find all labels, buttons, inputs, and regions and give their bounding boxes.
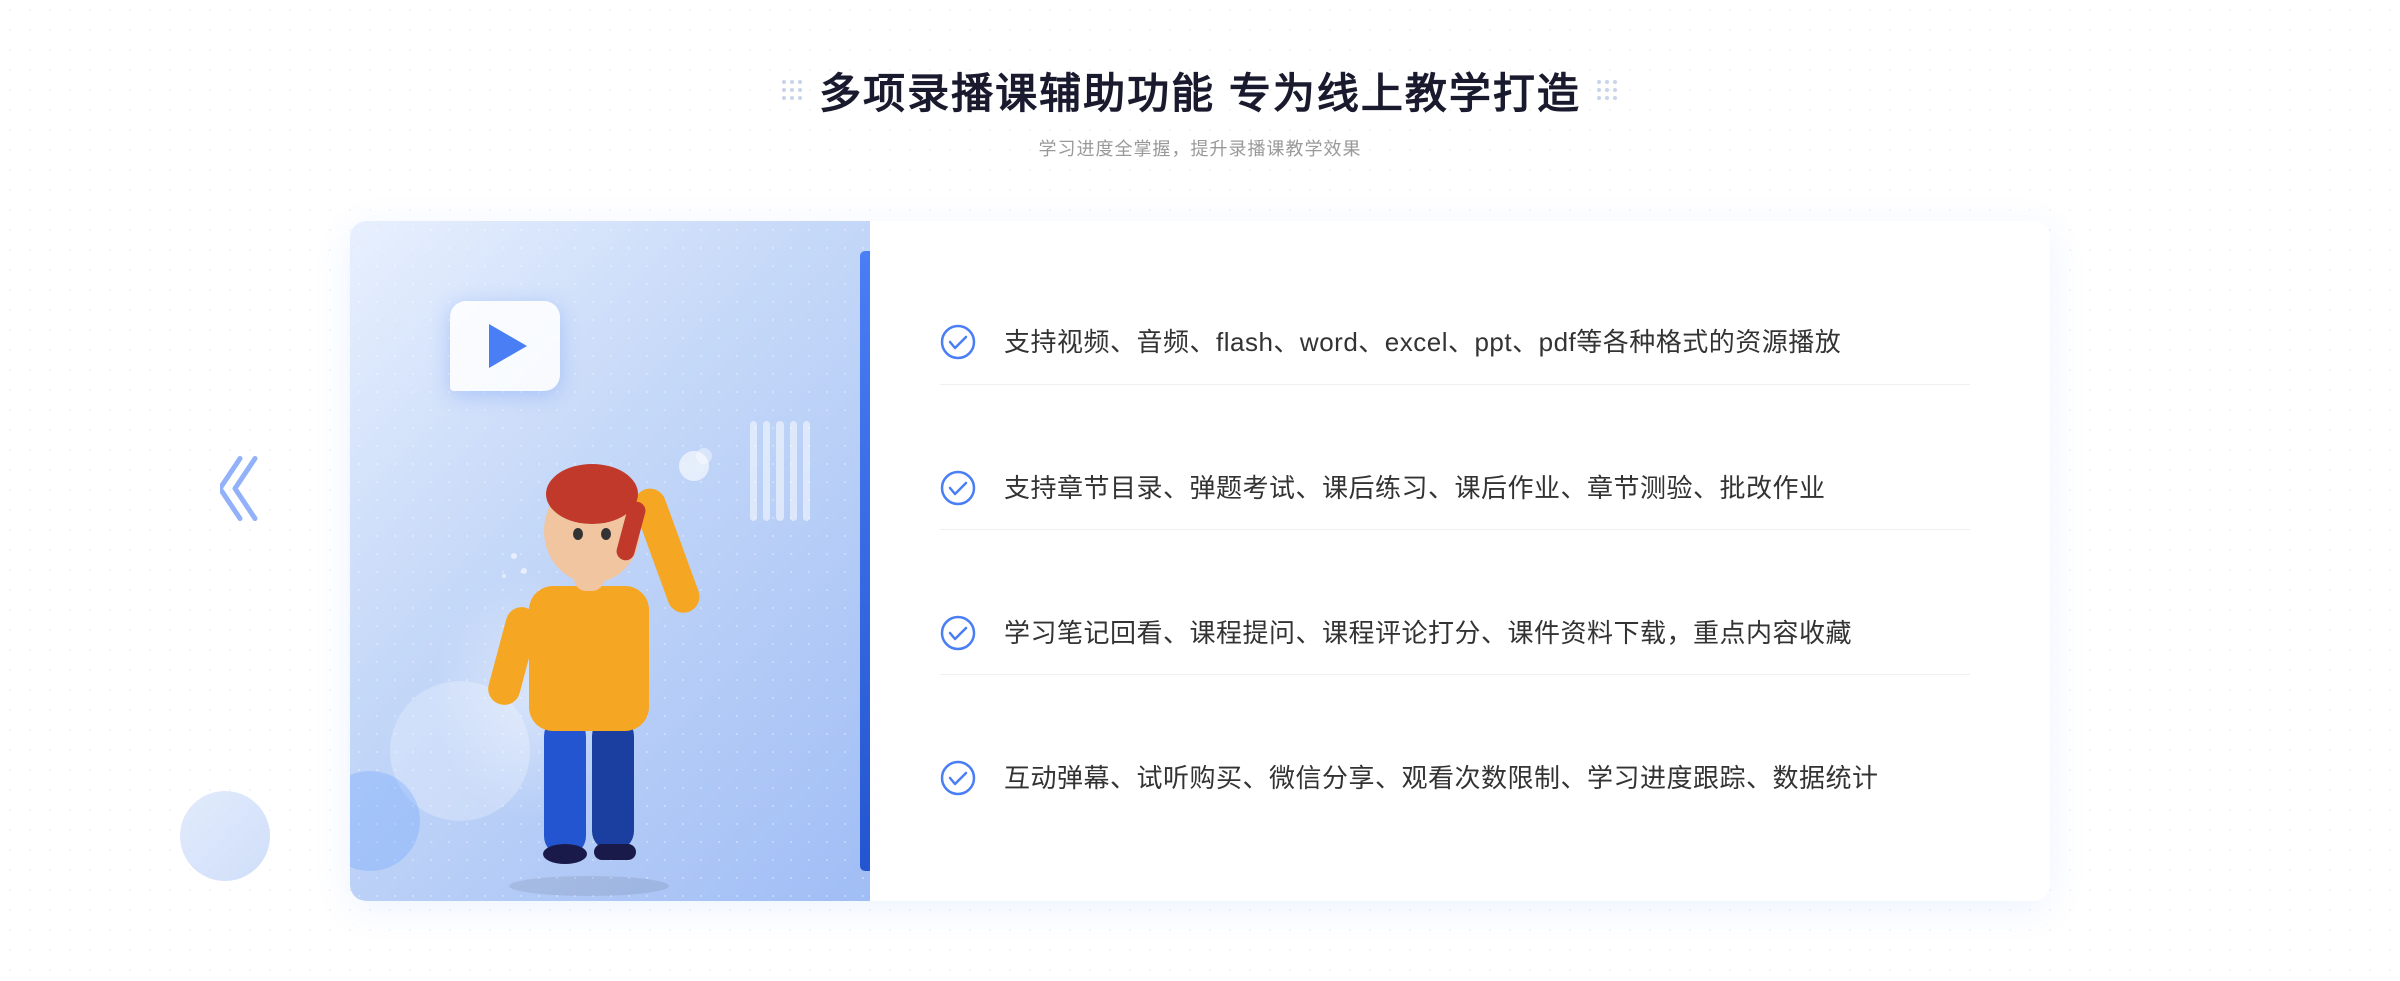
- right-title-decoration: [1597, 80, 1618, 101]
- person-illustration: [434, 356, 754, 901]
- main-subtitle: 学习进度全掌握，提升录播课教学效果: [782, 135, 1618, 161]
- page-container: 多项录播课辅助功能 专为线上教学打造 学习进度全掌握，提升录播课教学效果: [0, 0, 2400, 981]
- feature-item-2: 支持章节目录、弹题考试、课后练习、课后作业、章节测验、批改作业: [940, 448, 1970, 531]
- feature-text-1: 支持视频、音频、flash、word、excel、ppt、pdf等各种格式的资源…: [1004, 322, 1841, 364]
- feature-item-1: 支持视频、音频、flash、word、excel、ppt、pdf等各种格式的资源…: [940, 302, 1970, 385]
- feature-item-4: 互动弹幕、试听购买、微信分享、观看次数限制、学习进度跟踪、数据统计: [940, 738, 1970, 820]
- title-row: 多项录播课辅助功能 专为线上教学打造: [782, 60, 1618, 121]
- content-card: 支持视频、音频、flash、word、excel、ppt、pdf等各种格式的资源…: [350, 221, 2050, 901]
- blue-accent-bar: [860, 251, 870, 871]
- check-icon-4: [940, 760, 976, 796]
- deco-stripes: [750, 421, 810, 521]
- feature-text-3: 学习笔记回看、课程提问、课程评论打分、课件资料下载，重点内容收藏: [1004, 613, 1852, 655]
- left-chevron-decoration: [220, 448, 270, 533]
- features-area: 支持视频、音频、flash、word、excel、ppt、pdf等各种格式的资源…: [870, 221, 2050, 901]
- illustration-area: [350, 221, 870, 901]
- check-icon-1: [940, 324, 976, 360]
- check-icon-2: [940, 470, 976, 506]
- bottom-left-decoration: [180, 791, 270, 881]
- feature-text-2: 支持章节目录、弹题考试、课后练习、课后作业、章节测验、批改作业: [1004, 468, 1826, 510]
- main-title: 多项录播课辅助功能 专为线上教学打造: [819, 60, 1581, 121]
- header-section: 多项录播课辅助功能 专为线上教学打造 学习进度全掌握，提升录播课教学效果: [782, 60, 1618, 161]
- feature-text-4: 互动弹幕、试听购买、微信分享、观看次数限制、学习进度跟踪、数据统计: [1004, 758, 1879, 800]
- left-title-decoration: [782, 80, 803, 101]
- check-icon-3: [940, 615, 976, 651]
- feature-item-3: 学习笔记回看、课程提问、课程评论打分、课件资料下载，重点内容收藏: [940, 593, 1970, 676]
